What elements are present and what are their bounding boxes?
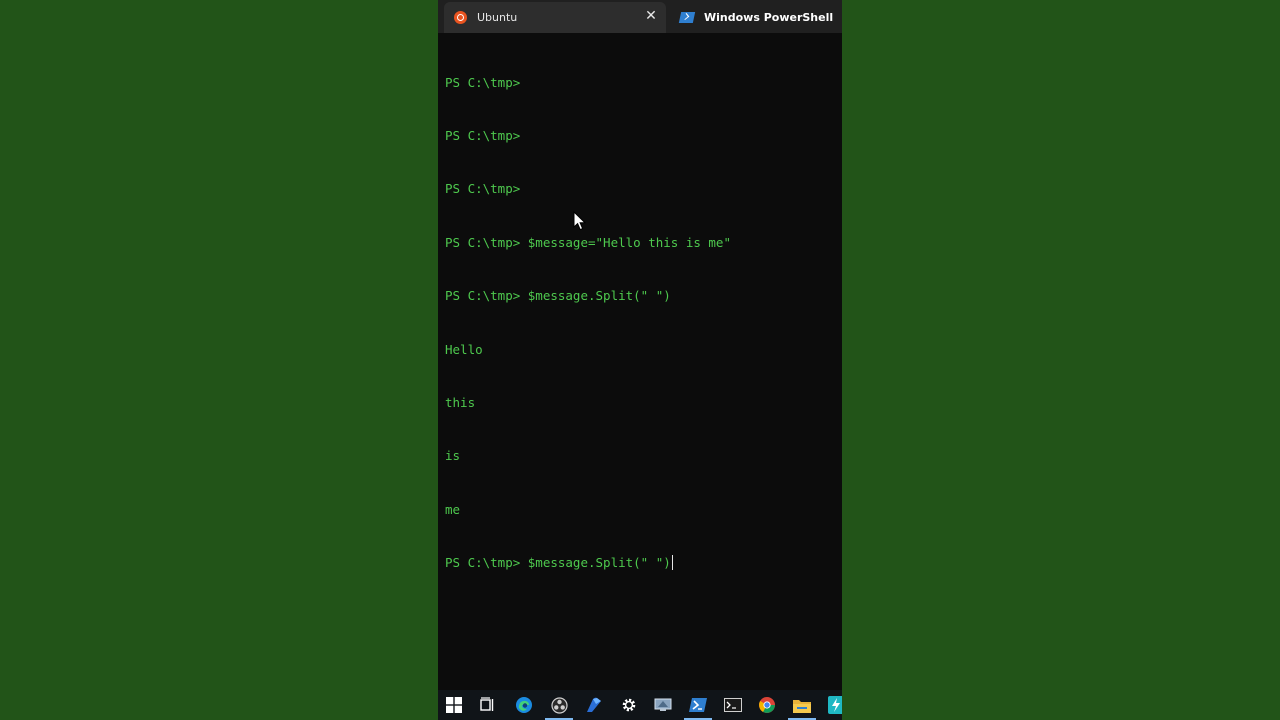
terminal-line: PS C:\tmp> [445,74,521,90]
task-view-icon[interactable] [478,695,498,715]
terminal-line: PS C:\tmp> $message.Split(" ") [445,288,671,304]
close-icon[interactable]: ✕ [644,9,658,23]
ubuntu-icon [454,11,467,24]
terminal-window: Ubuntu ✕ Windows PowerShell PS C:\tmp> P… [438,0,842,720]
remote-desktop-icon[interactable] [653,695,673,715]
powershell-taskbar-icon[interactable] [684,695,712,720]
terminal-output[interactable]: PS C:\tmp> PS C:\tmp> PS C:\tmp> PS C:\t… [445,38,835,678]
taskbar [438,690,842,720]
powershell-icon [678,12,696,23]
windows-start-icon[interactable] [444,695,464,715]
edge-browser-icon[interactable] [514,695,534,715]
terminal-line: this [445,394,476,410]
terminal-line: PS C:\tmp> $message="Hello this is me" [445,234,731,250]
tab-windows-powershell[interactable]: Windows PowerShell [670,2,840,33]
file-explorer-icon[interactable] [788,695,816,720]
terminal-line: is [445,448,461,464]
tab-powershell-label: Windows PowerShell [704,11,834,24]
terminal-line: me [445,501,461,517]
terminal-current-input[interactable]: PS C:\tmp> $message.Split(" ") [445,555,671,570]
desktop-background: Ubuntu ✕ Windows PowerShell PS C:\tmp> P… [0,0,1280,720]
tab-strip: Ubuntu ✕ Windows PowerShell [438,0,842,33]
terminal-input-line[interactable]: PS C:\tmp> $message.Split(" ") [445,554,835,572]
app-icon[interactable] [826,695,842,715]
obs-icon[interactable] [545,695,573,720]
terminal-line: PS C:\tmp> [445,127,521,143]
settings-gear-icon[interactable] [619,695,639,715]
mouse-cursor-icon [573,211,587,231]
tab-ubuntu-label: Ubuntu [477,11,518,24]
terminal-line: PS C:\tmp> [445,181,521,197]
tab-ubuntu[interactable]: Ubuntu ✕ [444,2,666,33]
text-cursor [671,555,674,571]
terminal-line: Hello [445,341,483,357]
drawing-app-icon[interactable] [584,695,604,715]
terminal-icon[interactable] [723,695,743,715]
chrome-icon[interactable] [757,695,777,715]
